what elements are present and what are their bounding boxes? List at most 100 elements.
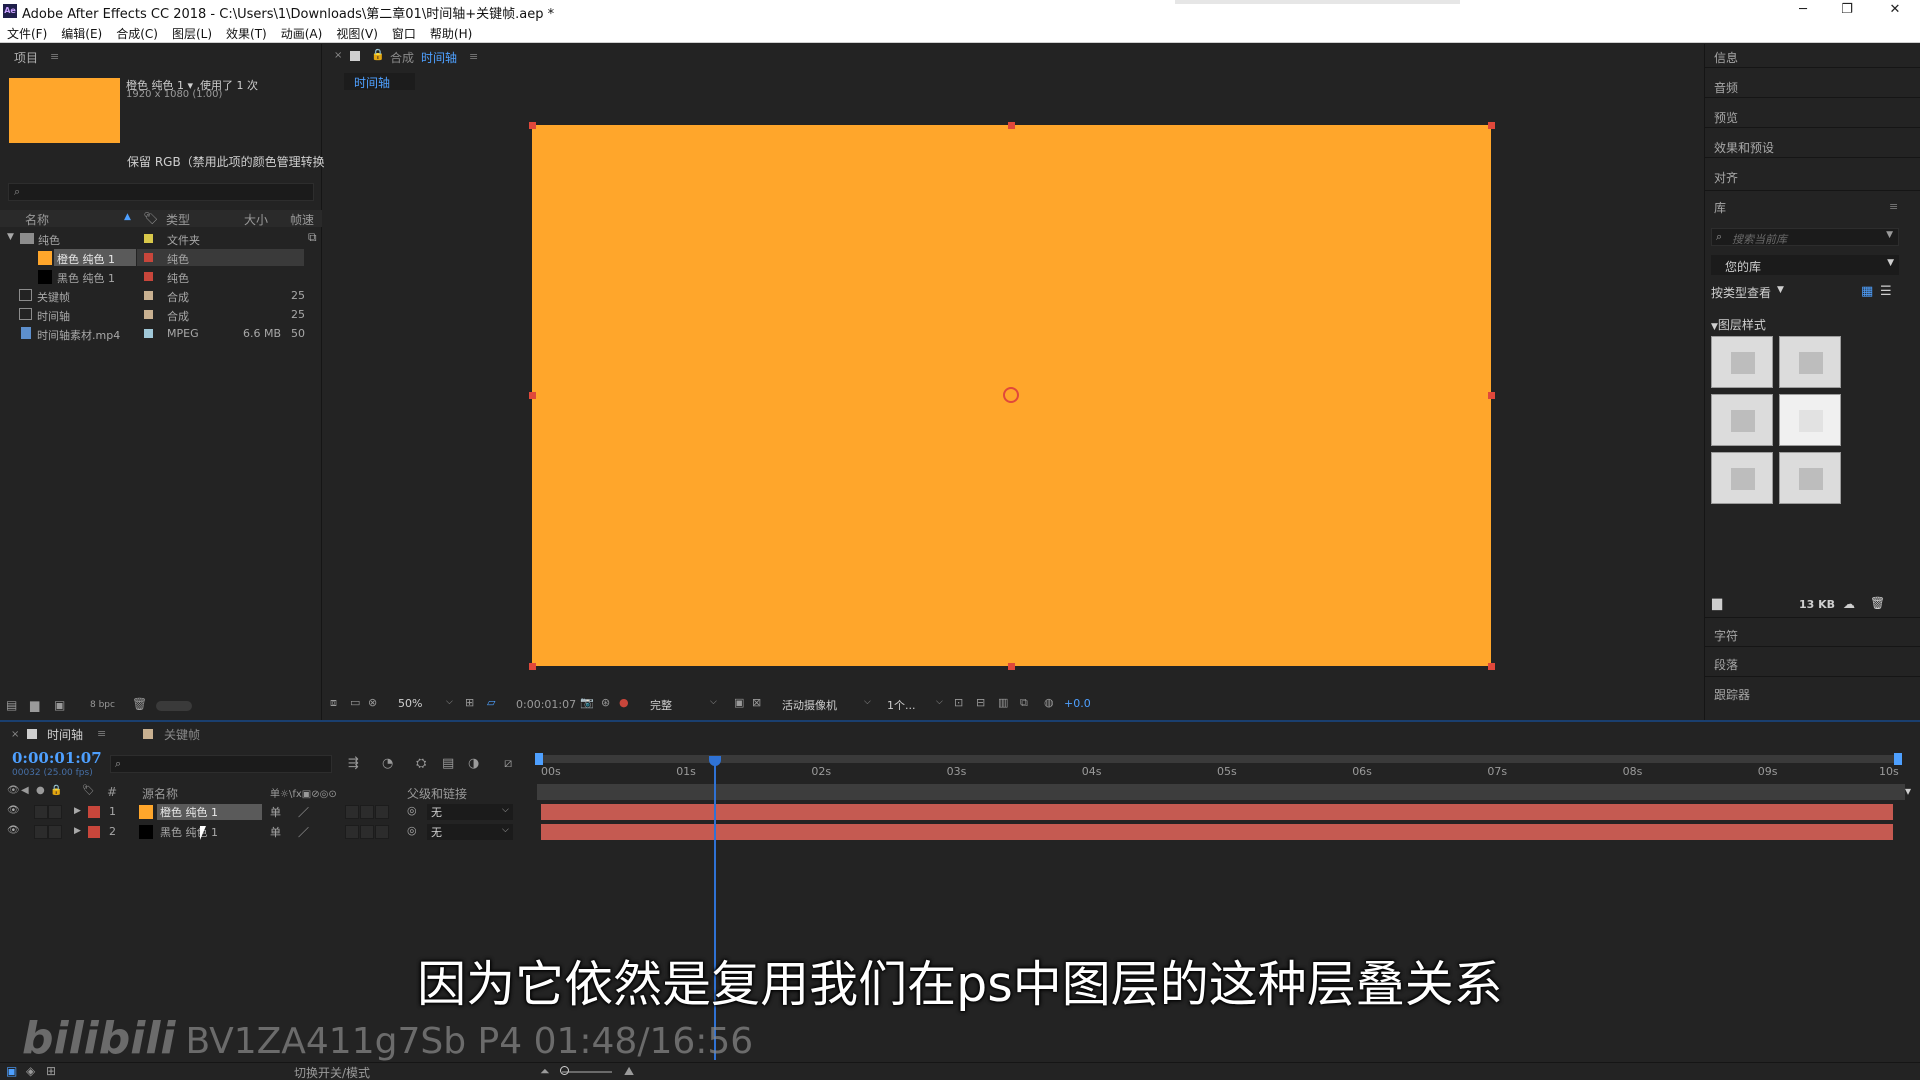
parent-select[interactable]: 无 [427, 824, 513, 840]
view-by-type-select[interactable]: 按类型查看 [1711, 284, 1771, 301]
layer-style-thumb[interactable] [1711, 452, 1773, 504]
label-swatch[interactable] [144, 310, 153, 319]
panel-info[interactable]: 信息 [1714, 49, 1738, 66]
pick-whip-icon[interactable]: ◎ [407, 824, 417, 837]
label-swatch[interactable] [144, 234, 153, 243]
solo-icon[interactable]: ● [36, 785, 45, 796]
chevron-down-icon[interactable]: ▼ [1886, 230, 1893, 240]
label-swatch[interactable] [144, 253, 153, 262]
label-swatch[interactable] [144, 272, 153, 281]
col-size[interactable]: 大小 [244, 211, 268, 228]
chevron-down-icon[interactable]: ⌵ [502, 805, 509, 815]
layer-name[interactable]: 黑色 纯色 1 [157, 824, 262, 840]
chevron-down-icon[interactable]: ▼ [1777, 285, 1784, 295]
layer-duration-bar-2[interactable] [541, 824, 1893, 840]
shy-switch[interactable]: 单 [270, 804, 281, 820]
library-select[interactable]: 您的库 ▼ [1711, 255, 1899, 275]
col-source-name[interactable]: 源名称 [142, 785, 178, 802]
panel-audio[interactable]: 音频 [1714, 79, 1738, 96]
panel-tracker[interactable]: 跟踪器 [1714, 686, 1750, 703]
comp-end-marker-icon[interactable]: ▾ [1905, 784, 1911, 798]
layer-name[interactable]: 橙色 纯色 1 [157, 804, 262, 820]
sort-asc-icon[interactable]: ▲ [124, 212, 131, 222]
timeline-tab-active[interactable]: 时间轴 [47, 726, 83, 743]
work-area-end-handle[interactable] [1894, 753, 1902, 765]
close-tab-icon[interactable]: × [11, 729, 19, 740]
panel-paragraph[interactable]: 段落 [1714, 656, 1738, 673]
eye-icon[interactable]: 👁 [7, 805, 20, 816]
interpret-footage-icon[interactable]: ▤ [6, 698, 17, 712]
lock-icon[interactable]: 🔒 [371, 48, 385, 61]
chevron-down-icon[interactable]: ⌵ [864, 697, 871, 707]
chevron-down-icon[interactable]: ▼ [1887, 258, 1894, 268]
menu-view[interactable]: 视图(V) [329, 22, 385, 42]
trash-icon[interactable]: 🗑 [132, 697, 147, 711]
chevron-down-icon[interactable]: ⌵ [446, 697, 453, 707]
timeline-search-input[interactable]: ⌕ [110, 755, 332, 773]
draft-3d-icon[interactable]: ◔ [382, 756, 393, 771]
layer-row-2[interactable]: 👁 ▶ 2 黑色 纯色 1 单 ／ ◎ 无 ⌵ [0, 822, 536, 842]
menu-window[interactable]: 窗口 [385, 22, 423, 42]
chevron-down-icon[interactable]: ⌵ [936, 697, 943, 707]
expand-arrow-icon[interactable]: ▶ [74, 826, 81, 836]
lock-toggle[interactable] [48, 825, 62, 839]
menu-help[interactable]: 帮助(H) [423, 22, 479, 42]
handle-top-right[interactable] [1488, 122, 1495, 129]
exposure-value[interactable]: +0.0 [1064, 697, 1091, 710]
camera-snapshot-icon[interactable]: 📷 [580, 696, 594, 709]
quality-switch-icon[interactable]: ／ [298, 804, 309, 820]
label-swatch[interactable] [144, 329, 153, 338]
switch-toggle[interactable] [375, 825, 389, 839]
show-snapshot-icon[interactable]: ⊛ [601, 696, 610, 709]
restore-button[interactable]: ❐ [1832, 2, 1862, 20]
project-panel-title[interactable]: 项目 [14, 49, 38, 66]
layer-row-1[interactable]: 👁 ▶ 1 橙色 纯色 1 单 ／ ◎ 无 ⌵ [0, 802, 536, 822]
project-row-orange-solid[interactable]: 橙色 纯色 1 纯色 [0, 248, 322, 267]
lock-toggle[interactable] [48, 805, 62, 819]
toggle-transparency-icon[interactable]: ⊠ [752, 696, 761, 709]
col-parent[interactable]: 父级和链接 [407, 785, 467, 802]
switch-toggle[interactable] [360, 825, 374, 839]
layer-styles-heading[interactable]: ▼图层样式 [1711, 316, 1766, 333]
panel-effects-presets[interactable]: 效果和预设 [1714, 139, 1774, 156]
reset-exposure-icon[interactable]: ◍ [1044, 696, 1054, 709]
col-type[interactable]: 类型 [166, 211, 190, 228]
pixel-aspect-icon[interactable]: ⊡ [954, 696, 963, 709]
handle-mid-right[interactable] [1488, 392, 1495, 399]
library-search-input[interactable]: ⌕ 搜索当前库 ▼ [1711, 228, 1899, 246]
monitor-icon[interactable]: ▭ [350, 696, 360, 709]
chevron-down-icon[interactable]: ⌵ [710, 697, 717, 707]
toggle-switches-modes[interactable]: 切换开关/模式 [294, 1064, 370, 1080]
label-swatch[interactable] [88, 826, 100, 838]
layer-duration-bar-1[interactable] [541, 804, 1893, 820]
project-row-folder[interactable]: ▼ 纯色 文件夹 ⧉ [0, 229, 322, 248]
list-view-icon[interactable]: ☰ [1880, 284, 1892, 299]
flowchart-icon[interactable]: ⧉ [1020, 696, 1028, 710]
handle-top-left[interactable] [529, 122, 536, 129]
bpc-button[interactable]: 8 bpc [90, 700, 115, 710]
motion-blur-icon[interactable]: ◑ [468, 756, 479, 771]
project-row-comp-keyframe[interactable]: 关键帧 合成 25 [0, 286, 322, 305]
timeline-menu-icon[interactable]: ≡ [97, 727, 106, 740]
zoom-out-icon[interactable]: ⏶ [540, 1064, 550, 1079]
expand-arrow-icon[interactable]: ▶ [74, 806, 81, 816]
chevron-down-icon[interactable]: ⌵ [502, 825, 509, 835]
current-time[interactable]: 0:00:01:07 [516, 698, 576, 711]
handle-bottom-right[interactable] [1488, 663, 1495, 670]
camera-select[interactable]: 活动摄像机 [782, 697, 837, 713]
col-name[interactable]: 名称 [25, 211, 49, 228]
transfer-controls-icon[interactable]: ◈ [26, 1064, 35, 1078]
fast-preview-icon[interactable]: ⊟ [976, 696, 985, 709]
layer-style-thumb[interactable] [1779, 336, 1841, 388]
menu-edit[interactable]: 编辑(E) [54, 22, 109, 42]
flowchart-icon[interactable]: ⧉ [308, 230, 317, 245]
zoom-slider-thumb[interactable] [560, 1066, 569, 1075]
comp-panel-menu-icon[interactable]: ≡ [469, 50, 478, 63]
switch-toggle[interactable] [360, 805, 374, 819]
panel-character[interactable]: 字符 [1714, 627, 1738, 644]
layer-style-thumb[interactable] [1711, 336, 1773, 388]
label-swatch[interactable] [144, 291, 153, 300]
anchor-point-icon[interactable] [1003, 387, 1019, 403]
handle-bottom-left[interactable] [529, 663, 536, 670]
switch-toggle[interactable] [345, 805, 359, 819]
